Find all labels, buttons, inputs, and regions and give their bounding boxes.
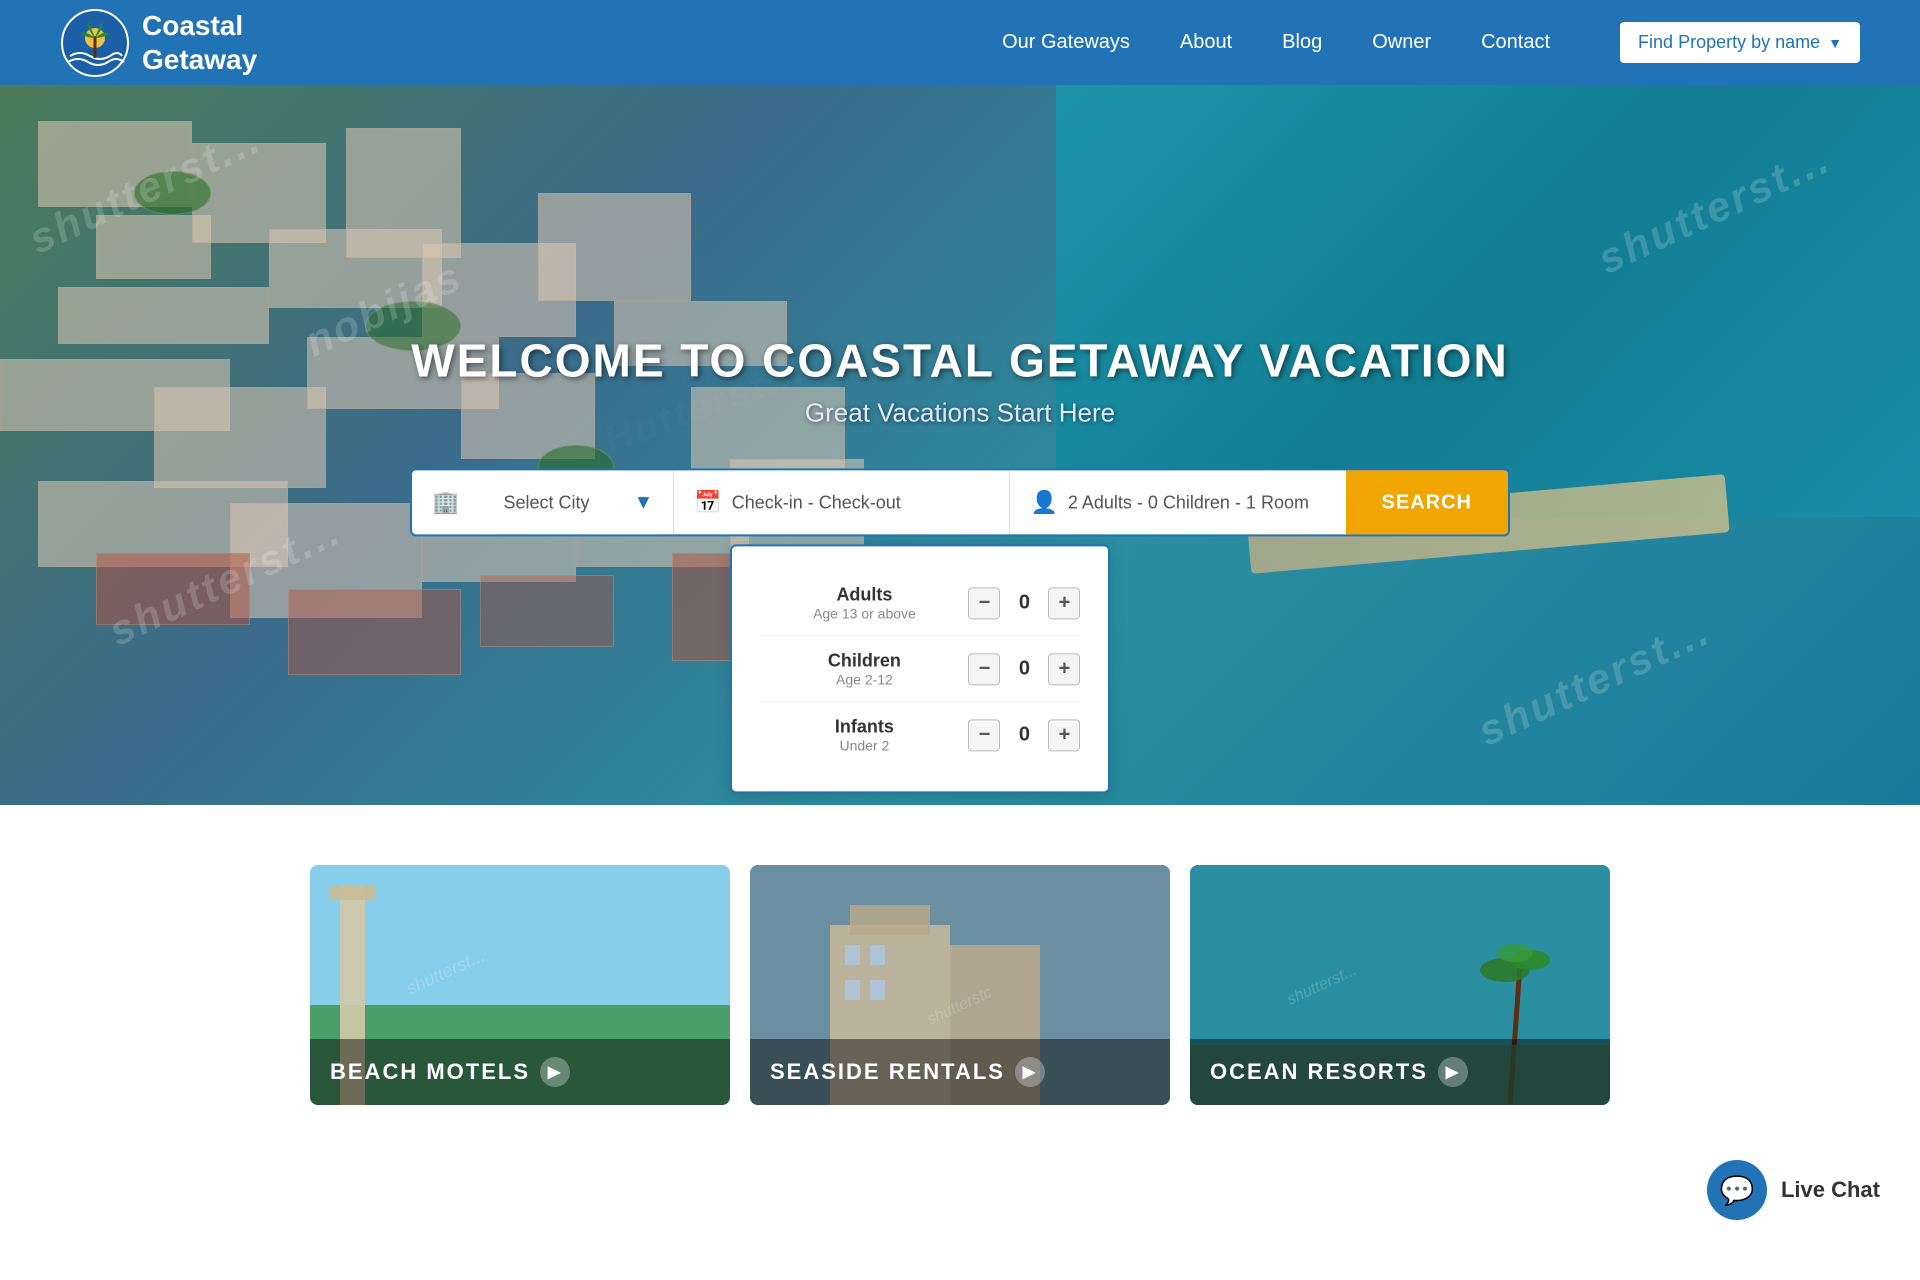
ocean-resorts-label: OCEAN RESORTS ▶: [1190, 1039, 1610, 1105]
infants-title: Infants: [760, 716, 968, 737]
infants-counter: − 0 +: [968, 719, 1080, 751]
guests-text: 2 Adults - 0 Children - 1 Room: [1068, 492, 1309, 513]
adults-counter: − 0 +: [968, 587, 1080, 619]
find-property-dropdown-icon: ▼: [1828, 35, 1842, 51]
search-button[interactable]: SEARCH: [1346, 470, 1508, 534]
chat-label: Live Chat: [1781, 1177, 1880, 1203]
beach-motels-label: BEACH MOTELS ▶: [310, 1039, 730, 1105]
live-chat-widget[interactable]: 💬 Live Chat: [1707, 1160, 1880, 1220]
ocean-resorts-play-icon: ▶: [1438, 1057, 1468, 1087]
infants-decrement-button[interactable]: −: [968, 719, 1000, 751]
logo[interactable]: Coastal Getaway: [60, 8, 257, 78]
find-property-label: Find Property by name: [1638, 32, 1820, 53]
children-value: 0: [1014, 657, 1034, 680]
children-label: Children Age 2-12: [760, 650, 968, 687]
beach-motels-text: BEACH MOTELS: [330, 1059, 530, 1085]
main-nav: Our Gateways About Blog Owner Contact Fi…: [1002, 22, 1860, 63]
guest-dropdown: Adults Age 13 or above − 0 + Children: [730, 544, 1110, 793]
hero-section: shutterst... nobijas shutterst... shutte…: [0, 85, 1920, 805]
city-dropdown-icon: ▼: [634, 491, 654, 514]
infants-label: Infants Under 2: [760, 716, 968, 753]
seaside-rentals-label: SEASIDE RENTALS ▶: [750, 1039, 1170, 1105]
header: Coastal Getaway Our Gateways About Blog …: [0, 0, 1920, 85]
beach-motels-card[interactable]: shutterst... BEACH MOTELS ▶: [310, 865, 730, 1105]
adults-value: 0: [1014, 591, 1034, 614]
children-row: Children Age 2-12 − 0 +: [760, 636, 1080, 702]
hero-subtitle: Great Vacations Start Here: [410, 397, 1510, 428]
infants-row: Infants Under 2 − 0 +: [760, 702, 1080, 767]
below-hero-section: shutterst... BEACH MOTELS ▶: [0, 805, 1920, 1165]
adults-label: Adults Age 13 or above: [760, 584, 968, 621]
infants-sublabel: Under 2: [760, 737, 968, 753]
dates-text: Check-in - Check-out: [732, 492, 901, 513]
children-increment-button[interactable]: +: [1048, 653, 1080, 685]
adults-decrement-button[interactable]: −: [968, 587, 1000, 619]
search-bar: 🏢 Select City ▼ 📅 Check-in - Check-out 👤…: [410, 468, 1510, 536]
children-sublabel: Age 2-12: [760, 671, 968, 687]
chat-bubble: 💬: [1707, 1160, 1767, 1220]
city-icon: 🏢: [432, 489, 459, 515]
hero-title: WELCOME TO COASTAL GETAWAY VACATION: [410, 333, 1510, 387]
chat-icon: 💬: [1720, 1174, 1755, 1207]
city-selector[interactable]: 🏢 Select City ▼: [412, 470, 674, 534]
ocean-resorts-card[interactable]: shutterst... OCEAN RESORTS ▶: [1190, 865, 1610, 1105]
nav-item-owner[interactable]: Owner: [1372, 31, 1431, 54]
seaside-rentals-text: SEASIDE RENTALS: [770, 1059, 1005, 1085]
logo-icon: [60, 8, 130, 78]
hero-content: WELCOME TO COASTAL GETAWAY VACATION Grea…: [410, 333, 1510, 536]
children-counter: − 0 +: [968, 653, 1080, 685]
seaside-rentals-play-icon: ▶: [1015, 1057, 1045, 1087]
calendar-icon: 📅: [694, 489, 721, 515]
guests-selector[interactable]: 👤 2 Adults - 0 Children - 1 Room Adults …: [1010, 470, 1345, 534]
find-property-button[interactable]: Find Property by name ▼: [1620, 22, 1860, 63]
city-text: Select City: [469, 492, 623, 513]
adults-row: Adults Age 13 or above − 0 +: [760, 570, 1080, 636]
adults-title: Adults: [760, 584, 968, 605]
seaside-rentals-card[interactable]: shutterstc SEASIDE RENTALS ▶: [750, 865, 1170, 1105]
infants-increment-button[interactable]: +: [1048, 719, 1080, 751]
property-cards-row: shutterst... BEACH MOTELS ▶: [60, 865, 1860, 1105]
date-picker[interactable]: 📅 Check-in - Check-out: [674, 470, 1010, 534]
children-decrement-button[interactable]: −: [968, 653, 1000, 685]
nav-item-blog[interactable]: Blog: [1282, 31, 1322, 54]
nav-item-contact[interactable]: Contact: [1481, 31, 1550, 54]
adults-sublabel: Age 13 or above: [760, 605, 968, 621]
nav-item-about[interactable]: About: [1180, 31, 1232, 54]
adults-increment-button[interactable]: +: [1048, 587, 1080, 619]
logo-text: Coastal Getaway: [142, 9, 257, 76]
infants-value: 0: [1014, 723, 1034, 746]
nav-item-gateways[interactable]: Our Gateways: [1002, 31, 1130, 54]
beach-motels-play-icon: ▶: [540, 1057, 570, 1087]
children-title: Children: [760, 650, 968, 671]
guests-icon: 👤: [1030, 489, 1057, 515]
ocean-resorts-text: OCEAN RESORTS: [1210, 1059, 1428, 1085]
